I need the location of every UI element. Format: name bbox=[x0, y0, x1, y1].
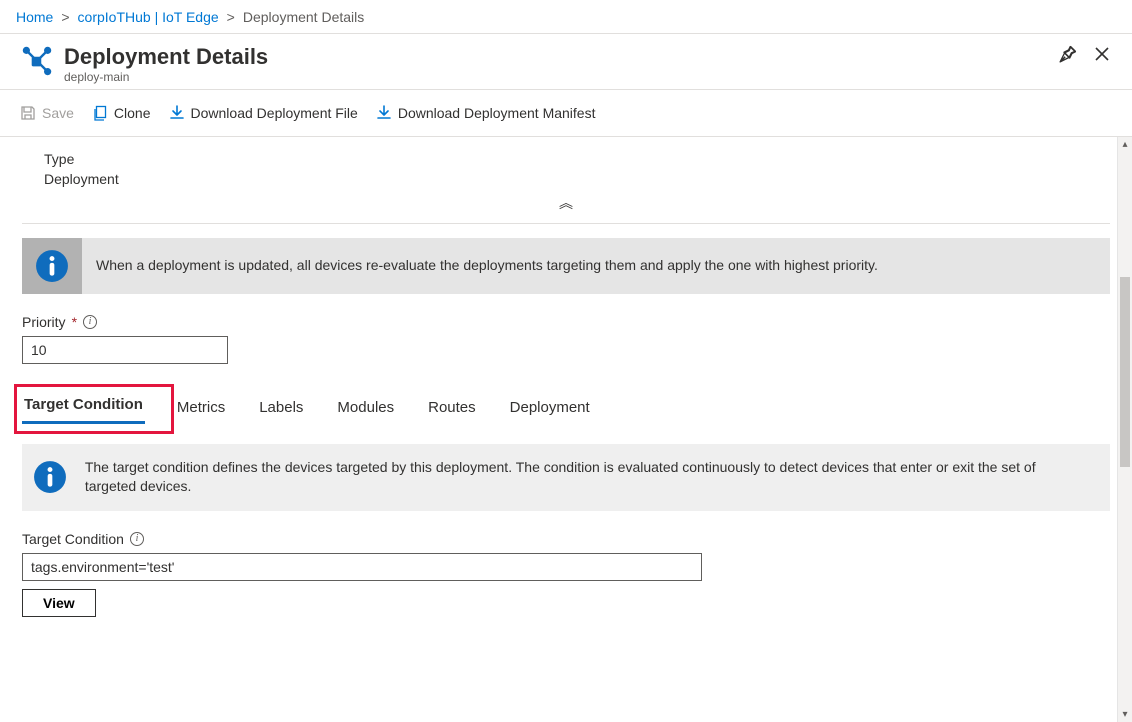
info-icon-wrap bbox=[22, 444, 79, 511]
page-title: Deployment Details bbox=[64, 44, 268, 70]
content-pane: Type Deployment ︽ When a deployment is u… bbox=[0, 137, 1132, 722]
info-target-condition-text: The target condition defines the devices… bbox=[79, 444, 1110, 511]
priority-help-icon[interactable]: i bbox=[83, 315, 97, 329]
breadcrumb-sep: > bbox=[227, 9, 235, 25]
tab-metrics[interactable]: Metrics bbox=[175, 393, 227, 424]
type-value: Deployment bbox=[44, 171, 1110, 187]
scrollbar[interactable]: ▴ ▾ bbox=[1117, 137, 1132, 722]
download-icon bbox=[169, 105, 185, 121]
download-manifest-label: Download Deployment Manifest bbox=[398, 105, 596, 121]
download-file-label: Download Deployment File bbox=[191, 105, 358, 121]
download-icon bbox=[376, 105, 392, 121]
info-icon-wrap bbox=[22, 238, 82, 294]
pin-button[interactable] bbox=[1058, 44, 1078, 64]
deployment-icon bbox=[20, 44, 54, 78]
title-bar: Deployment Details deploy-main bbox=[0, 34, 1132, 90]
view-button[interactable]: View bbox=[22, 589, 96, 617]
close-button[interactable] bbox=[1092, 44, 1112, 64]
clone-icon bbox=[92, 105, 108, 121]
breadcrumb-sep: > bbox=[61, 9, 69, 25]
info-priority-box: When a deployment is updated, all device… bbox=[22, 238, 1110, 294]
save-button: Save bbox=[20, 105, 74, 121]
clone-button[interactable]: Clone bbox=[92, 105, 151, 121]
tabs: Target Condition Metrics Labels Modules … bbox=[22, 390, 1110, 424]
type-label: Type bbox=[44, 151, 1110, 167]
breadcrumb: Home > corpIoTHub | IoT Edge > Deploymen… bbox=[0, 0, 1132, 34]
breadcrumb-current: Deployment Details bbox=[243, 9, 364, 25]
target-condition-help-icon[interactable]: i bbox=[130, 532, 144, 546]
download-deployment-manifest-button[interactable]: Download Deployment Manifest bbox=[376, 105, 596, 121]
tab-routes[interactable]: Routes bbox=[426, 393, 478, 424]
target-condition-input[interactable] bbox=[22, 553, 702, 581]
info-target-condition-box: The target condition defines the devices… bbox=[22, 444, 1110, 511]
breadcrumb-hub[interactable]: corpIoTHub | IoT Edge bbox=[78, 9, 219, 25]
required-asterisk: * bbox=[72, 314, 77, 330]
priority-input[interactable] bbox=[22, 336, 228, 364]
tab-labels[interactable]: Labels bbox=[257, 393, 305, 424]
priority-field: Priority * i bbox=[22, 314, 1110, 364]
save-label: Save bbox=[42, 105, 74, 121]
download-deployment-file-button[interactable]: Download Deployment File bbox=[169, 105, 358, 121]
tab-modules[interactable]: Modules bbox=[335, 393, 396, 424]
breadcrumb-home[interactable]: Home bbox=[16, 9, 53, 25]
page-subtitle: deploy-main bbox=[64, 70, 268, 84]
tab-deployment[interactable]: Deployment bbox=[508, 393, 592, 424]
close-icon bbox=[1094, 46, 1110, 62]
clone-label: Clone bbox=[114, 105, 151, 121]
scrollbar-thumb[interactable] bbox=[1120, 277, 1130, 467]
target-condition-field: Target Condition i View bbox=[22, 531, 1110, 617]
priority-label: Priority bbox=[22, 314, 66, 330]
scroll-down-arrow[interactable]: ▾ bbox=[1118, 707, 1132, 722]
scroll-up-arrow[interactable]: ▴ bbox=[1118, 137, 1132, 152]
toolbar: Save Clone Download Deployment File Down… bbox=[0, 90, 1132, 137]
pin-icon bbox=[1059, 45, 1077, 63]
target-condition-label: Target Condition bbox=[22, 531, 124, 547]
collapse-toggle[interactable]: ︽ bbox=[22, 187, 1110, 223]
info-icon bbox=[35, 249, 69, 283]
divider bbox=[22, 223, 1110, 224]
save-icon bbox=[20, 105, 36, 121]
tab-target-condition[interactable]: Target Condition bbox=[22, 390, 145, 424]
info-icon bbox=[33, 460, 67, 494]
info-priority-text: When a deployment is updated, all device… bbox=[82, 238, 898, 294]
